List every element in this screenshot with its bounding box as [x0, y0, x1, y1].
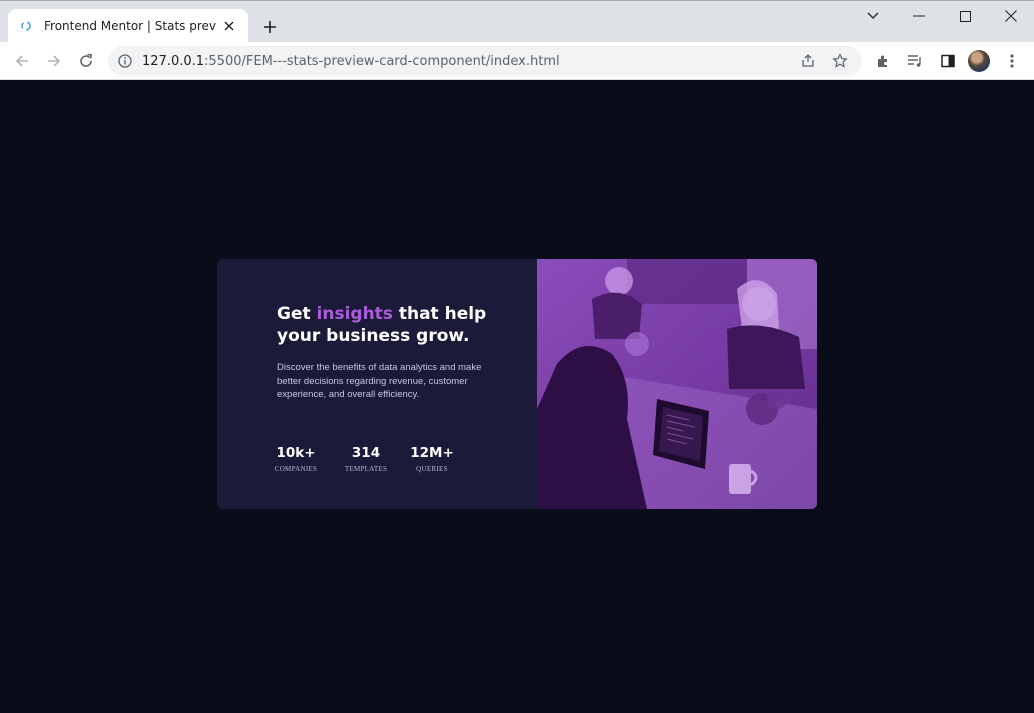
- new-tab-button[interactable]: [258, 15, 282, 39]
- stat-value: 10k+: [276, 445, 316, 461]
- stat-label: QUERIES: [416, 465, 448, 473]
- frontend-mentor-favicon-icon: [18, 18, 34, 34]
- browser-tab[interactable]: Frontend Mentor | Stats preview c: [8, 9, 248, 43]
- card-headline: Get insights that help your business gro…: [277, 303, 517, 347]
- site-info-icon[interactable]: [118, 54, 132, 68]
- page-viewport: Get insights that help your business gro…: [0, 80, 1034, 713]
- profile-avatar[interactable]: [968, 50, 990, 72]
- stat-companies: 10k+ COMPANIES: [263, 445, 329, 473]
- headline-accent-word: insights: [316, 304, 393, 324]
- media-controls-icon[interactable]: [903, 49, 927, 73]
- url-text: 127.0.0.1:5500/FEM---stats-preview-card-…: [142, 54, 788, 69]
- stat-label: TEMPLATES: [344, 465, 388, 473]
- minimize-button[interactable]: [896, 5, 942, 27]
- maximize-button[interactable]: [942, 5, 988, 27]
- browser-tab-strip: Frontend Mentor | Stats preview c: [0, 0, 1034, 43]
- stat-queries: 12M+ QUERIES: [399, 445, 465, 473]
- url-path: :5500/FEM---stats-preview-card-component…: [204, 53, 560, 69]
- share-icon[interactable]: [796, 49, 820, 73]
- headline-prefix: Get: [277, 304, 317, 324]
- tab-close-icon[interactable]: [220, 17, 238, 35]
- office-team-photo: [537, 259, 817, 509]
- bookmark-star-icon[interactable]: [828, 49, 852, 73]
- stats-preview-card: Get insights that help your business gro…: [217, 259, 817, 509]
- address-bar[interactable]: 127.0.0.1:5500/FEM---stats-preview-card-…: [108, 46, 862, 76]
- extensions-icon[interactable]: [871, 49, 895, 73]
- forward-icon[interactable]: [42, 49, 66, 73]
- close-window-button[interactable]: [988, 5, 1034, 27]
- side-panel-icon[interactable]: [936, 49, 960, 73]
- stat-templates: 314 TEMPLATES: [333, 445, 399, 473]
- tab-search-icon[interactable]: [850, 5, 896, 27]
- card-text-panel: Get insights that help your business gro…: [217, 259, 537, 509]
- back-icon[interactable]: [10, 49, 34, 73]
- url-host: 127.0.0.1: [142, 53, 205, 69]
- header-image: [537, 259, 817, 509]
- reload-icon[interactable]: [74, 49, 98, 73]
- tab-title: Frontend Mentor | Stats preview c: [44, 19, 216, 33]
- stat-value: 12M+: [410, 445, 454, 461]
- stat-value: 314: [351, 445, 381, 461]
- stat-label: COMPANIES: [274, 465, 318, 473]
- browser-toolbar: 127.0.0.1:5500/FEM---stats-preview-card-…: [0, 42, 1034, 80]
- menu-kebab-icon[interactable]: [1000, 49, 1024, 73]
- card-description: Discover the benefits of data analytics …: [277, 362, 482, 400]
